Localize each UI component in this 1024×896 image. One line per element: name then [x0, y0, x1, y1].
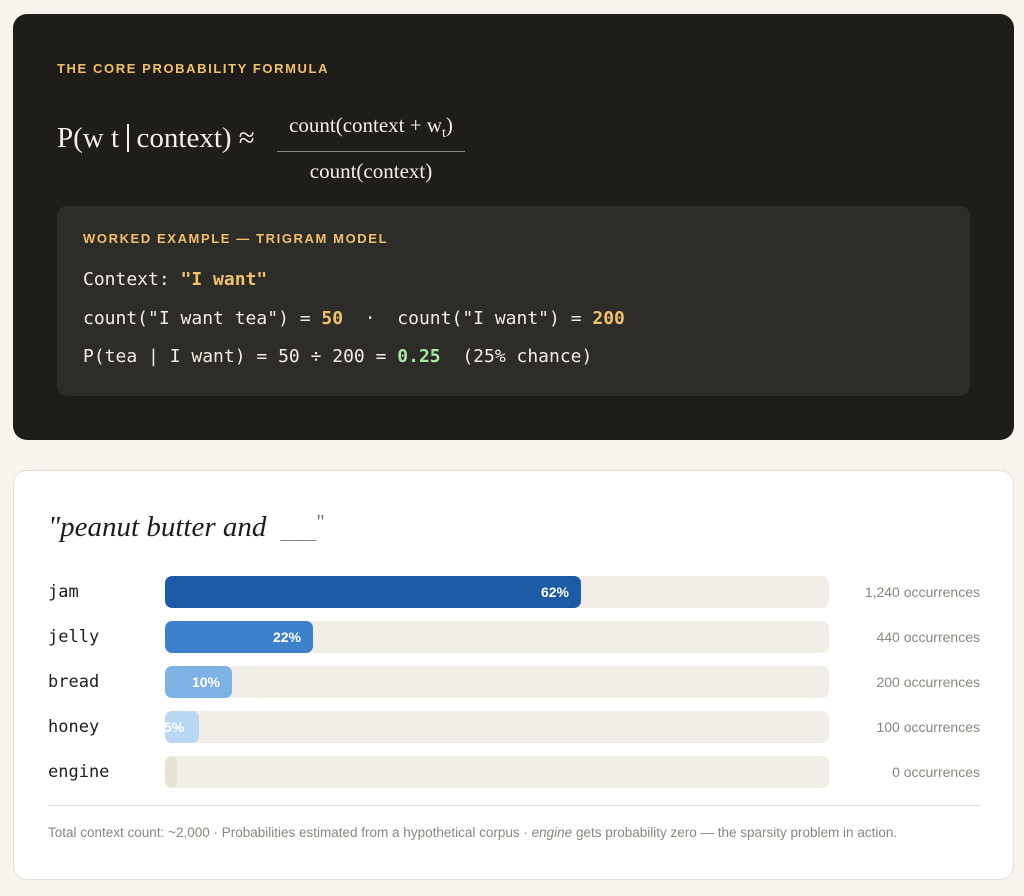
- bar-occurrences: 200 occurrences: [876, 674, 980, 690]
- count-trigram-label: count("I want tea") =: [83, 308, 322, 329]
- example-context-line: Context: "I want": [83, 269, 267, 290]
- probability-expression: P(tea | I want) = 50 ÷ 200 =: [83, 346, 398, 367]
- bar-category-label: bread: [48, 672, 100, 692]
- bar-occurrences: 0 occurrences: [892, 764, 980, 780]
- formula-card: THE CORE PROBABILITY FORMULA P(w t contex…: [13, 14, 1014, 440]
- formula-lhs-start: P(w t: [57, 122, 120, 154]
- count-trigram-value: 50: [321, 308, 344, 329]
- formula-numerator: count(context + wt): [277, 112, 465, 147]
- bar-category-label: jelly: [48, 627, 100, 647]
- footnote-text-a: Total context count: ~2,000 · Probabilit…: [48, 825, 532, 840]
- footnote-text-b: gets probability zero — the sparsity pro…: [572, 825, 898, 840]
- prediction-chart-card: "peanut butter and ___" jam 62% 1,240 occur…: [13, 470, 1014, 880]
- example-count-line: count("I want tea") = 50 · count("I want…: [83, 308, 625, 329]
- bar-fill: [165, 756, 177, 788]
- example-probability-line: P(tea | I want) = 50 ÷ 200 = 0.25 (25% c…: [83, 346, 592, 367]
- bar-fill: 22%: [165, 621, 313, 653]
- bar-category-label: honey: [48, 717, 100, 737]
- bar-row-jam: jam 62% 1,240 occurrences: [48, 576, 980, 608]
- given-bar: [127, 124, 129, 152]
- bar-track: 5%: [165, 711, 829, 743]
- bar-row-bread: bread 10% 200 occurrences: [48, 666, 980, 698]
- bar-track: [165, 756, 829, 788]
- probability-chance: (25% chance): [440, 346, 593, 367]
- context-label: Context:: [83, 269, 181, 290]
- numerator-close: ): [445, 113, 453, 137]
- context-value: "I want": [180, 269, 268, 290]
- formula-lhs-end: context) ≈: [136, 122, 255, 154]
- count-context-label: count("I want") =: [397, 308, 593, 329]
- bar-occurrences: 440 occurrences: [876, 629, 980, 645]
- bar-track: 10%: [165, 666, 829, 698]
- bar-occurrences: 100 occurrences: [876, 719, 980, 735]
- worked-example-box: WORKED EXAMPLE — TRIGRAM MODEL Context: …: [57, 206, 970, 396]
- bar-category-label: jam: [48, 582, 79, 602]
- phrase-close-quote: ": [316, 511, 325, 533]
- phrase-blank: ___: [280, 517, 317, 541]
- footnote-emphasis: engine: [531, 825, 573, 840]
- count-context-value: 200: [592, 308, 625, 329]
- bar-row-honey: honey 5% 100 occurrences: [48, 711, 980, 743]
- bar-fill: 5%: [165, 711, 199, 743]
- fraction-line: [277, 151, 465, 153]
- numerator-base: count(context + w: [289, 113, 443, 137]
- example-eyebrow: WORKED EXAMPLE — TRIGRAM MODEL: [83, 231, 389, 246]
- bar-fill: 62%: [165, 576, 581, 608]
- bar-track: 62%: [165, 576, 829, 608]
- bar-fill: 10%: [165, 666, 232, 698]
- phrase-text: "peanut butter and: [48, 511, 267, 543]
- formula-denominator: count(context): [309, 159, 433, 184]
- bar-track: 22%: [165, 621, 829, 653]
- bar-row-jelly: jelly 22% 440 occurrences: [48, 621, 980, 653]
- phrase-title: "peanut butter and ___": [48, 511, 325, 544]
- formula-eyebrow: THE CORE PROBABILITY FORMULA: [57, 61, 330, 76]
- bar-category-label: engine: [48, 762, 110, 782]
- bar-occurrences: 1,240 occurrences: [864, 584, 980, 600]
- divider: [48, 805, 980, 806]
- bar-row-engine: engine 0 occurrences: [48, 756, 980, 788]
- formula-lhs: P(w t context) ≈: [57, 122, 255, 155]
- footnote: Total context count: ~2,000 · Probabilit…: [48, 825, 897, 840]
- count-separator: ·: [343, 308, 398, 329]
- probability-result: 0.25: [397, 346, 441, 367]
- formula-fraction: count(context + wt) count(context): [277, 112, 465, 184]
